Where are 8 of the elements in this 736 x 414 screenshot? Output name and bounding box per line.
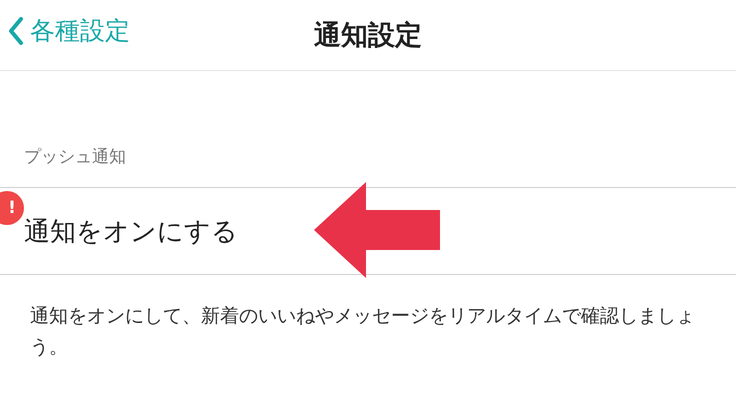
arrow-icon	[314, 182, 442, 278]
section-header: プッシュ通知	[23, 146, 127, 169]
screen-title: 通知設定	[314, 19, 422, 53]
back-icon	[8, 16, 24, 46]
settings-row[interactable]: ! 通知をオンにする	[0, 187, 736, 275]
alert-badge: !	[0, 191, 24, 225]
row-label: 通知をオンにする	[23, 216, 238, 248]
footer-text: 通知をオンにして、新着のいいねやメッセージをリアルタイムで確認しましょう。	[29, 304, 696, 360]
